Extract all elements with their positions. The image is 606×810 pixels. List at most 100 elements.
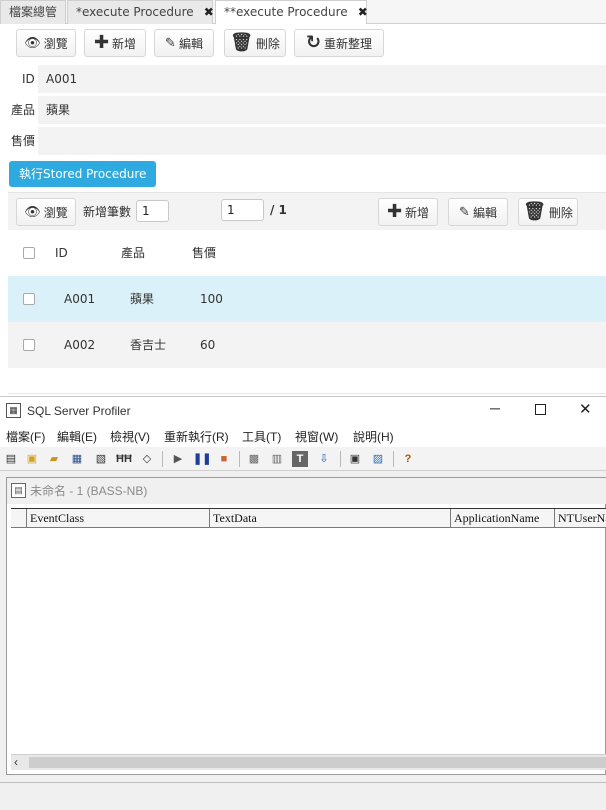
close-icon[interactable]: ✕ xyxy=(579,400,592,418)
select-all-checkbox[interactable] xyxy=(23,247,35,259)
autoscroll-icon[interactable]: ⇩ xyxy=(316,451,332,467)
scroll-left-icon[interactable]: ‹ xyxy=(14,755,18,770)
pencil-icon: ✎ xyxy=(459,204,470,220)
product-label: 產品 xyxy=(11,103,36,117)
field-id: ID A001 xyxy=(0,65,606,93)
price-label: 售價 xyxy=(11,134,36,148)
toolbar-separator xyxy=(393,451,394,467)
menu-tools[interactable]: 工具(T) xyxy=(242,428,281,445)
find-icon[interactable]: ĦĦ xyxy=(116,451,132,467)
add-count-input[interactable]: 1 xyxy=(136,200,169,222)
delete-label: 刪除 xyxy=(255,36,280,51)
grid-delete-button[interactable]: 🗑 刪除 xyxy=(518,198,578,226)
menu-help[interactable]: 說明(H) xyxy=(353,428,394,445)
cell-price: 60 xyxy=(200,338,216,352)
properties-icon[interactable]: ▧ xyxy=(93,451,109,467)
horizontal-scrollbar[interactable]: ‹ xyxy=(11,754,606,770)
stop-icon[interactable]: ■ xyxy=(216,451,232,467)
delete-label: 刪除 xyxy=(548,205,573,220)
tab-execute-procedure-1[interactable]: *execute Procedure ✖ xyxy=(67,0,214,24)
minimize-icon[interactable]: ─ xyxy=(490,400,500,416)
group-icon[interactable]: ▩ xyxy=(246,451,262,467)
browse-label: 瀏覽 xyxy=(43,36,68,51)
trace-title: 未命名 - 1 (BASS-NB) xyxy=(30,484,148,498)
menu-edit[interactable]: 編輯(E) xyxy=(57,428,97,445)
edit-button[interactable]: ✎ 編輯 xyxy=(154,29,214,57)
plus-icon: ✚ xyxy=(93,32,110,53)
tab-execute-procedure-2[interactable]: **execute Procedure ✖ xyxy=(215,0,368,25)
toolbar-separator xyxy=(162,451,163,467)
refresh-icon: ↻ xyxy=(305,32,322,53)
grid-edit-button[interactable]: ✎ 編輯 xyxy=(448,198,508,226)
refresh-button[interactable]: ↻ 重新整理 xyxy=(294,29,384,57)
toolbar-separator xyxy=(239,451,240,467)
menu-window[interactable]: 視窗(W) xyxy=(295,428,338,445)
row-checkbox[interactable] xyxy=(23,339,35,351)
close-icon[interactable]: ✖ xyxy=(358,5,368,19)
tab-file-explorer[interactable]: 檔案總管 xyxy=(0,0,66,24)
profiler-status-bar xyxy=(0,782,606,810)
scrollbar-thumb[interactable] xyxy=(29,757,606,768)
plus-icon: ✚ xyxy=(386,201,403,222)
row-checkbox[interactable] xyxy=(23,293,35,305)
table-row[interactable]: A001 蘋果 100 xyxy=(8,276,606,322)
profiler-menu-bar: 檔案(F) 編輯(E) 檢視(V) 重新執行(R) 工具(T) 視窗(W) 說明… xyxy=(0,425,606,447)
column-applicationname[interactable]: ApplicationName xyxy=(451,509,555,527)
trash-icon: 🗑 xyxy=(230,32,253,53)
cell-id: A001 xyxy=(64,292,96,306)
page-total: / 1 xyxy=(270,203,287,217)
column-header-product[interactable]: 產品 xyxy=(121,230,145,276)
trace-icon: ▤ xyxy=(11,483,26,498)
menu-replay[interactable]: 重新執行(R) xyxy=(164,428,229,445)
field-price: 售價 xyxy=(0,127,606,155)
cell-price: 100 xyxy=(200,292,223,306)
id-input[interactable]: A001 xyxy=(38,65,606,93)
open-icon[interactable]: ▰ xyxy=(46,451,62,467)
price-input[interactable] xyxy=(38,127,606,155)
column-header-price[interactable]: 售價 xyxy=(192,230,216,276)
maximize-icon[interactable] xyxy=(535,404,546,415)
menu-view[interactable]: 檢視(V) xyxy=(110,428,150,445)
cell-id: A002 xyxy=(64,338,96,352)
execute-stored-procedure-button[interactable]: 執行Stored Procedure xyxy=(9,161,157,187)
grid-add-button[interactable]: ✚ 新增 xyxy=(378,198,438,226)
text-icon[interactable]: T xyxy=(292,451,308,467)
page-input[interactable]: 1 xyxy=(221,199,264,221)
clear-icon[interactable]: ◇ xyxy=(139,451,155,467)
new-trace-icon[interactable]: ▤ xyxy=(3,451,19,467)
column-eventclass[interactable]: EventClass xyxy=(27,509,210,527)
field-product: 產品 蘋果 xyxy=(0,96,606,124)
table-row[interactable]: A002 香吉士 60 xyxy=(8,322,606,368)
browse-button[interactable]: 👁 瀏覽 xyxy=(16,29,76,57)
tab-bar: 檔案總管 *execute Procedure ✖ **execute Proce… xyxy=(0,0,606,25)
help-icon[interactable]: ? xyxy=(400,451,416,467)
pause-icon[interactable]: ❚❚ xyxy=(193,451,211,467)
trash-icon: 🗑 xyxy=(523,201,546,222)
form-toolbar: 👁 瀏覽 ✚ 新增 ✎ 編輯 🗑 刪除 ↻ 重新整理 xyxy=(0,24,606,64)
profiler-title-bar: ▦ SQL Server Profiler ─ ✕ xyxy=(0,397,606,425)
grid-toolbar: 👁 瀏覽 新增筆數 1 1 / 1 ✚ 新增 ✎ 編輯 🗑 刪除 xyxy=(8,192,606,230)
column-textdata[interactable]: TextData xyxy=(210,509,451,527)
column-header-id[interactable]: ID xyxy=(55,230,68,276)
product-input[interactable]: 蘋果 xyxy=(38,96,606,124)
id-label: ID xyxy=(22,72,35,86)
grid-empty-area xyxy=(8,368,606,394)
eye-icon: 👁 xyxy=(24,35,41,51)
save-icon[interactable]: ▦ xyxy=(69,451,85,467)
performance-icon[interactable]: ▨ xyxy=(370,451,386,467)
tuning-advisor-icon[interactable]: ▣ xyxy=(347,451,363,467)
profiler-title: SQL Server Profiler xyxy=(27,404,131,418)
refresh-label: 重新整理 xyxy=(324,36,373,51)
new-template-icon[interactable]: ▣ xyxy=(24,451,40,467)
close-icon[interactable]: ✖ xyxy=(204,5,214,19)
add-button[interactable]: ✚ 新增 xyxy=(84,29,146,57)
cell-product: 蘋果 xyxy=(130,292,155,306)
delete-button[interactable]: 🗑 刪除 xyxy=(224,29,286,57)
grid-browse-button[interactable]: 👁 瀏覽 xyxy=(16,198,76,226)
menu-file[interactable]: 檔案(F) xyxy=(6,428,45,445)
play-icon[interactable]: ▶ xyxy=(170,451,186,467)
column-ntusername[interactable]: NTUserName xyxy=(555,509,606,527)
column-icon[interactable]: ▥ xyxy=(269,451,285,467)
profiler-toolbar: ▤ ▣ ▰ ▦ ▧ ĦĦ ◇ ▶ ❚❚ ■ ▩ ▥ T ⇩ ▣ ▨ ? xyxy=(0,447,606,471)
eye-icon: 👁 xyxy=(24,204,41,220)
